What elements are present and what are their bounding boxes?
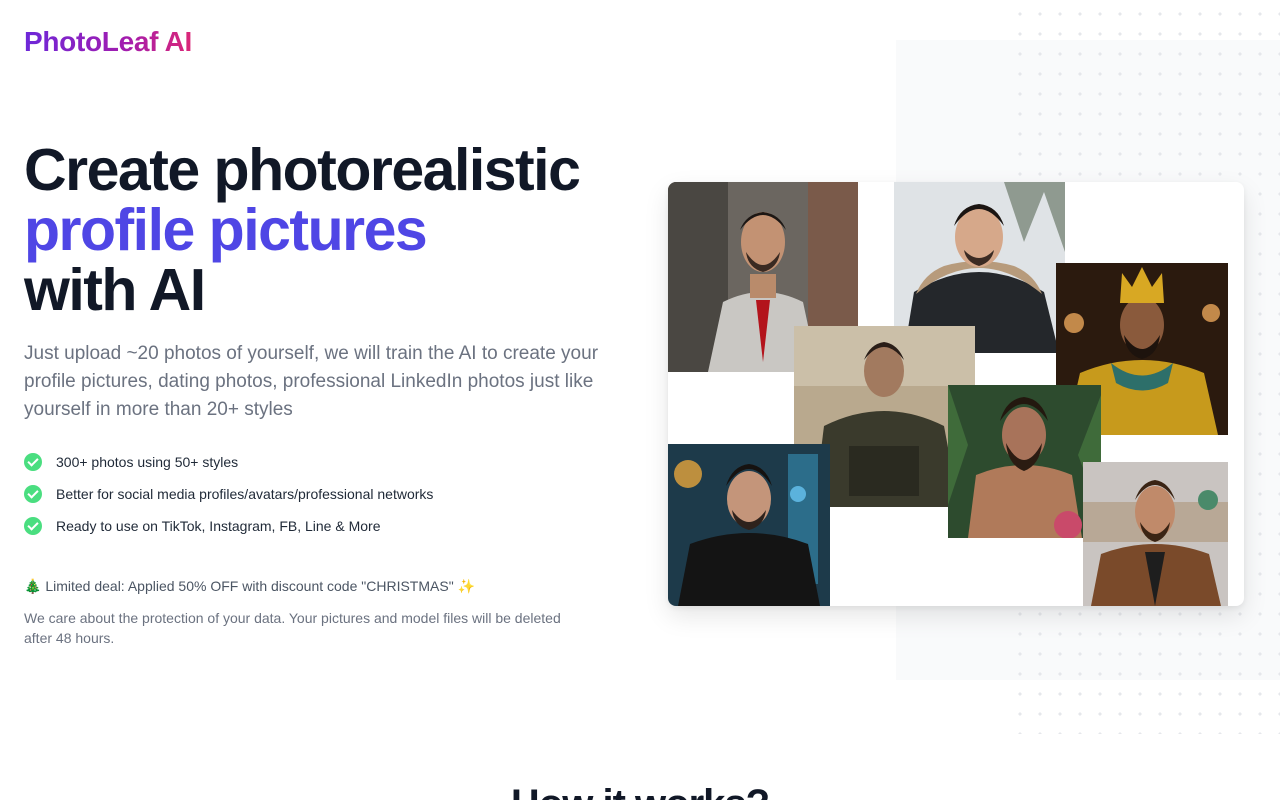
feature-text: Better for social media profiles/avatars… — [56, 486, 434, 502]
check-circle-icon — [24, 453, 42, 471]
hero-title: Create photorealistic profile pictures w… — [24, 140, 664, 320]
limited-deal-notice: 🎄 Limited deal: Applied 50% OFF with dis… — [24, 578, 475, 594]
how-it-works-title: How it works? — [0, 782, 1280, 800]
hero-title-line-3: with AI — [24, 257, 206, 323]
ai-portrait-collage — [668, 182, 1244, 606]
feature-item: Ready to use on TikTok, Instagram, FB, L… — [24, 510, 433, 542]
check-circle-icon — [24, 485, 42, 503]
privacy-notice: We care about the protection of your dat… — [24, 610, 561, 646]
brand-logo[interactable]: PhotoLeaf AI — [24, 26, 192, 58]
feature-item: 300+ photos using 50+ styles — [24, 446, 433, 478]
feature-list: 300+ photos using 50+ styles Better for … — [24, 446, 433, 542]
photo-brown-coat-city — [1083, 462, 1228, 606]
hero-description: Just upload ~20 photos of yourself, we w… — [24, 343, 599, 420]
check-circle-icon — [24, 517, 42, 535]
feature-text: Ready to use on TikTok, Instagram, FB, L… — [56, 518, 381, 534]
photo-city-night-jacket — [668, 444, 830, 606]
feature-item: Better for social media profiles/avatars… — [24, 478, 433, 510]
landing-page: PhotoLeaf AI Create photorealistic profi… — [0, 0, 1280, 800]
feature-text: 300+ photos using 50+ styles — [56, 454, 239, 470]
hero-title-highlight: profile pictures — [24, 197, 428, 263]
photo-shirtless-forest — [948, 385, 1101, 538]
hero-title-line-1: Create photorealistic — [24, 137, 581, 203]
